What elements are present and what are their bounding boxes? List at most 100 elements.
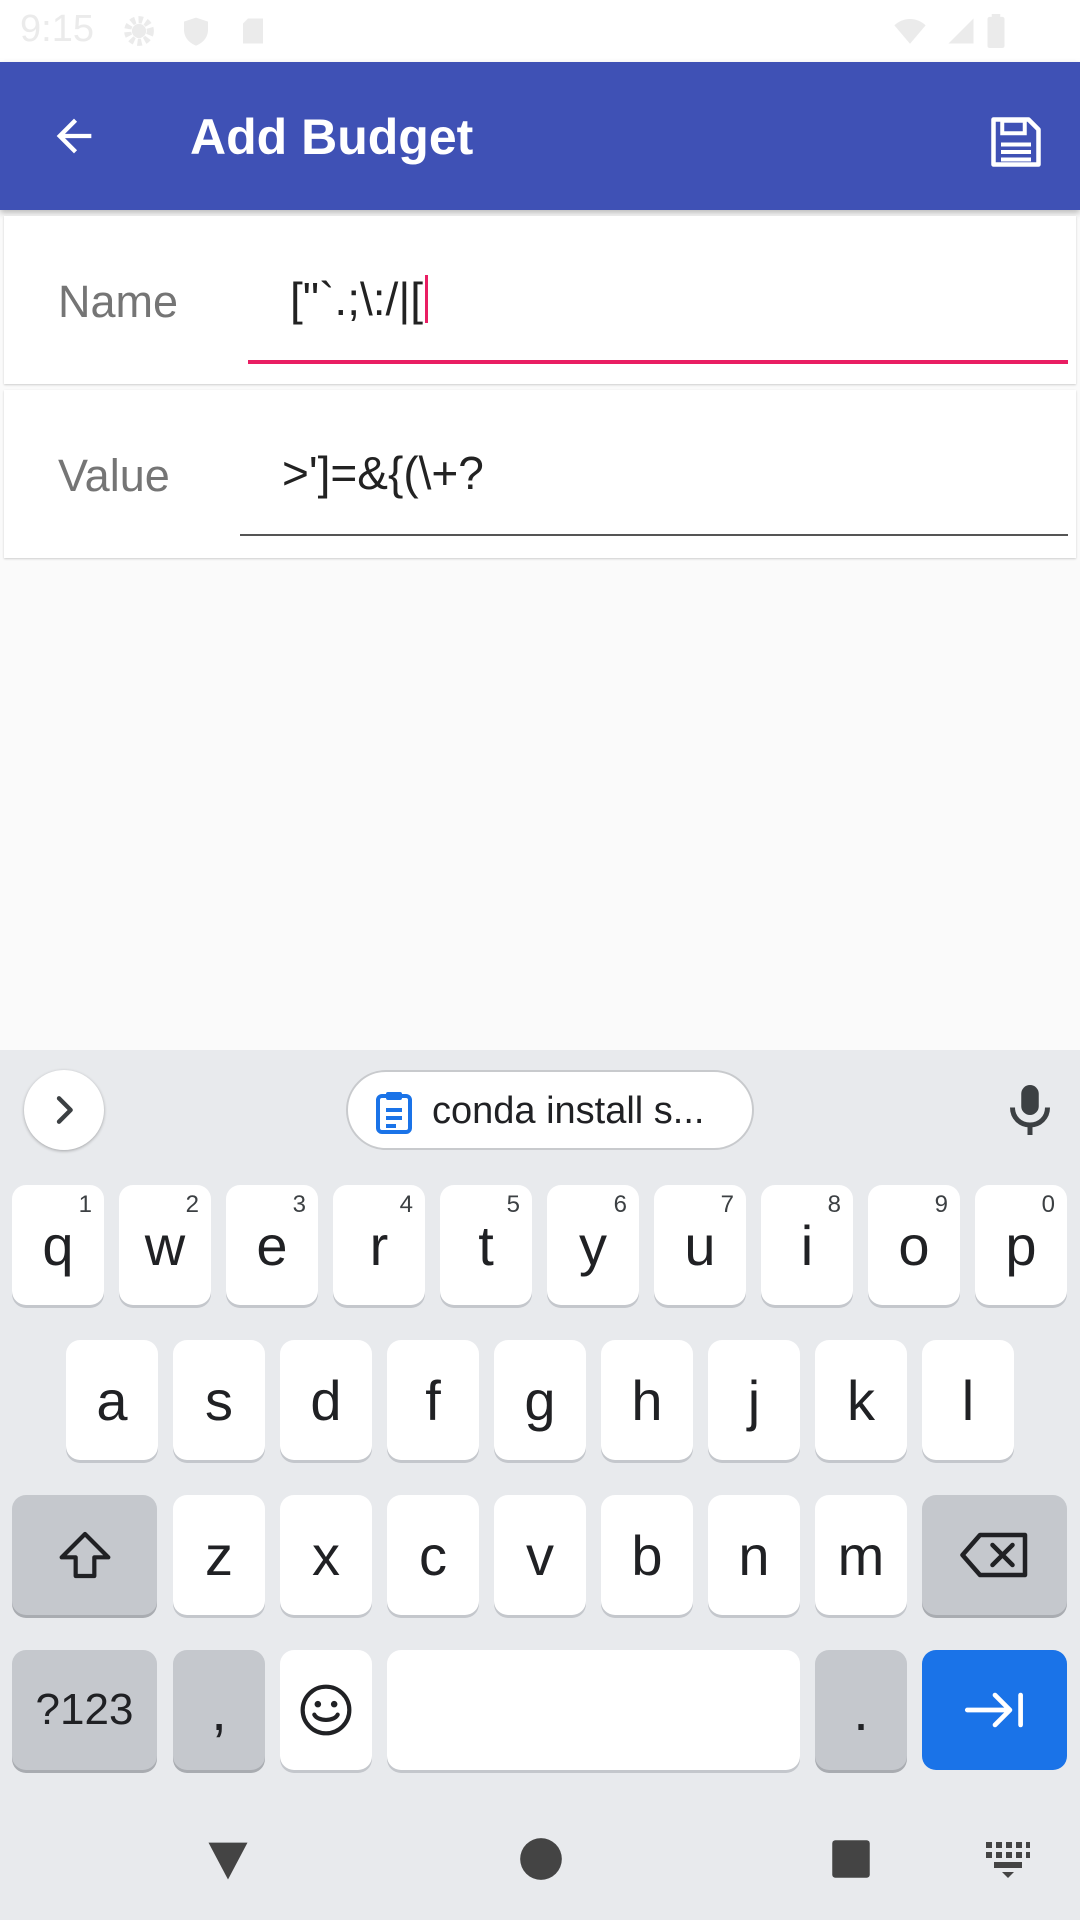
emoji-key-glyph xyxy=(280,1650,372,1770)
home-circle-icon[interactable] xyxy=(516,1834,566,1884)
key-v[interactable]: v xyxy=(494,1495,586,1615)
suggestion-strip: conda install s... xyxy=(0,1050,1080,1170)
key-r[interactable]: r4 xyxy=(333,1185,425,1305)
key-m[interactable]: m xyxy=(815,1495,907,1615)
key-n[interactable]: n xyxy=(708,1495,800,1615)
clipboard-suggestion-chip[interactable]: conda install s... xyxy=(346,1070,754,1150)
name-field-underline xyxy=(248,360,1068,364)
key-y[interactable]: y6 xyxy=(547,1185,639,1305)
text-cursor xyxy=(425,275,429,323)
key-x[interactable]: x xyxy=(280,1495,372,1615)
key-g[interactable]: g xyxy=(494,1340,586,1460)
next-field-key-glyph xyxy=(922,1650,1067,1770)
backspace-key[interactable] xyxy=(922,1495,1067,1615)
signal-icon xyxy=(948,18,974,44)
key-j[interactable]: j xyxy=(708,1340,800,1460)
key-f[interactable]: f xyxy=(387,1340,479,1460)
page-title: Add Budget xyxy=(190,109,474,165)
recents-square-icon[interactable] xyxy=(826,1834,876,1884)
key-label: . xyxy=(853,1678,869,1742)
key-label: , xyxy=(211,1678,227,1742)
key-label: ?123 xyxy=(35,1685,134,1734)
name-label: Name xyxy=(58,276,179,327)
keyboard-switch-icon[interactable] xyxy=(984,1840,1032,1880)
key-w[interactable]: w2 xyxy=(119,1185,211,1305)
key-hint: 7 xyxy=(720,1191,734,1218)
key-a[interactable]: a xyxy=(66,1340,158,1460)
smiley-icon xyxy=(300,1684,352,1736)
floppy-disk-icon xyxy=(991,117,1041,167)
key-c[interactable]: c xyxy=(387,1495,479,1615)
space-bar[interactable] xyxy=(387,1650,800,1770)
next-field-key[interactable] xyxy=(922,1650,1067,1770)
back-button[interactable] xyxy=(34,100,114,172)
key-s[interactable]: s xyxy=(173,1340,265,1460)
emoji-key[interactable] xyxy=(280,1650,372,1770)
value-field-value: >']=&{(\+? xyxy=(282,447,484,499)
key-label: l xyxy=(961,1368,975,1432)
backspace-key-glyph xyxy=(922,1495,1067,1615)
gear-icon xyxy=(124,16,154,46)
key-label: f xyxy=(425,1368,441,1432)
value-row: Value >']=&{(\+? xyxy=(4,390,1076,558)
key-hint: 1 xyxy=(78,1191,92,1218)
name-row: Name ["`.;\:/|[ xyxy=(4,216,1076,384)
key-h[interactable]: h xyxy=(601,1340,693,1460)
value-label: Value xyxy=(58,450,170,501)
key-label: k xyxy=(847,1368,875,1432)
symbols-key[interactable]: ?123 xyxy=(12,1650,157,1770)
key-hint: 6 xyxy=(613,1191,627,1218)
status-time: 9:15 xyxy=(20,8,94,50)
wifi-icon xyxy=(894,18,926,44)
key-k[interactable]: k xyxy=(815,1340,907,1460)
back-triangle-icon[interactable] xyxy=(202,1834,254,1886)
name-field-value: ["`.;\:/|[ xyxy=(290,273,424,325)
shift-key-glyph xyxy=(12,1495,157,1615)
key-hint: 0 xyxy=(1041,1191,1055,1218)
key-label: b xyxy=(631,1523,663,1587)
name-field[interactable]: ["`.;\:/|[ xyxy=(290,272,429,326)
arrow-left-icon xyxy=(56,118,92,154)
key-hint: 9 xyxy=(934,1191,948,1218)
key-label: a xyxy=(96,1368,128,1432)
key-label: j xyxy=(747,1368,761,1432)
battery-icon xyxy=(987,14,1005,48)
key-p[interactable]: p0 xyxy=(975,1185,1067,1305)
save-button[interactable] xyxy=(980,106,1052,178)
key-d[interactable]: d xyxy=(280,1340,372,1460)
comma-key[interactable]: , xyxy=(173,1650,265,1770)
key-label: n xyxy=(738,1523,770,1587)
value-field-underline xyxy=(240,534,1068,536)
key-label: g xyxy=(524,1368,556,1432)
key-label: v xyxy=(526,1523,554,1587)
key-z[interactable]: z xyxy=(173,1495,265,1615)
key-hint: 5 xyxy=(506,1191,520,1218)
chevron-right-icon xyxy=(56,1096,73,1124)
key-q[interactable]: q1 xyxy=(12,1185,104,1305)
key-label: z xyxy=(205,1523,233,1587)
app-bar: Add Budget xyxy=(0,62,1080,210)
value-field[interactable]: >']=&{(\+? xyxy=(282,446,484,500)
key-t[interactable]: t5 xyxy=(440,1185,532,1305)
key-label: s xyxy=(205,1368,233,1432)
shift-arrow-icon xyxy=(59,1531,110,1579)
microphone-icon[interactable] xyxy=(1000,1080,1060,1140)
system-nav-bar xyxy=(0,1800,1080,1920)
key-label: d xyxy=(310,1368,342,1432)
key-u[interactable]: u7 xyxy=(654,1185,746,1305)
key-hint: 8 xyxy=(827,1191,841,1218)
key-l[interactable]: l xyxy=(922,1340,1014,1460)
period-key[interactable]: . xyxy=(815,1650,907,1770)
key-label: c xyxy=(419,1523,447,1587)
key-e[interactable]: e3 xyxy=(226,1185,318,1305)
clipboard-icon xyxy=(376,1092,412,1134)
key-label: x xyxy=(312,1523,340,1587)
expand-toolbar-button[interactable] xyxy=(24,1070,104,1150)
key-b[interactable]: b xyxy=(601,1495,693,1615)
key-hint: 3 xyxy=(292,1191,306,1218)
shift-key[interactable] xyxy=(12,1495,157,1615)
key-hint: 4 xyxy=(399,1191,413,1218)
clipboard-suggestion-text: conda install s... xyxy=(432,1090,705,1132)
key-o[interactable]: o9 xyxy=(868,1185,960,1305)
key-i[interactable]: i8 xyxy=(761,1185,853,1305)
